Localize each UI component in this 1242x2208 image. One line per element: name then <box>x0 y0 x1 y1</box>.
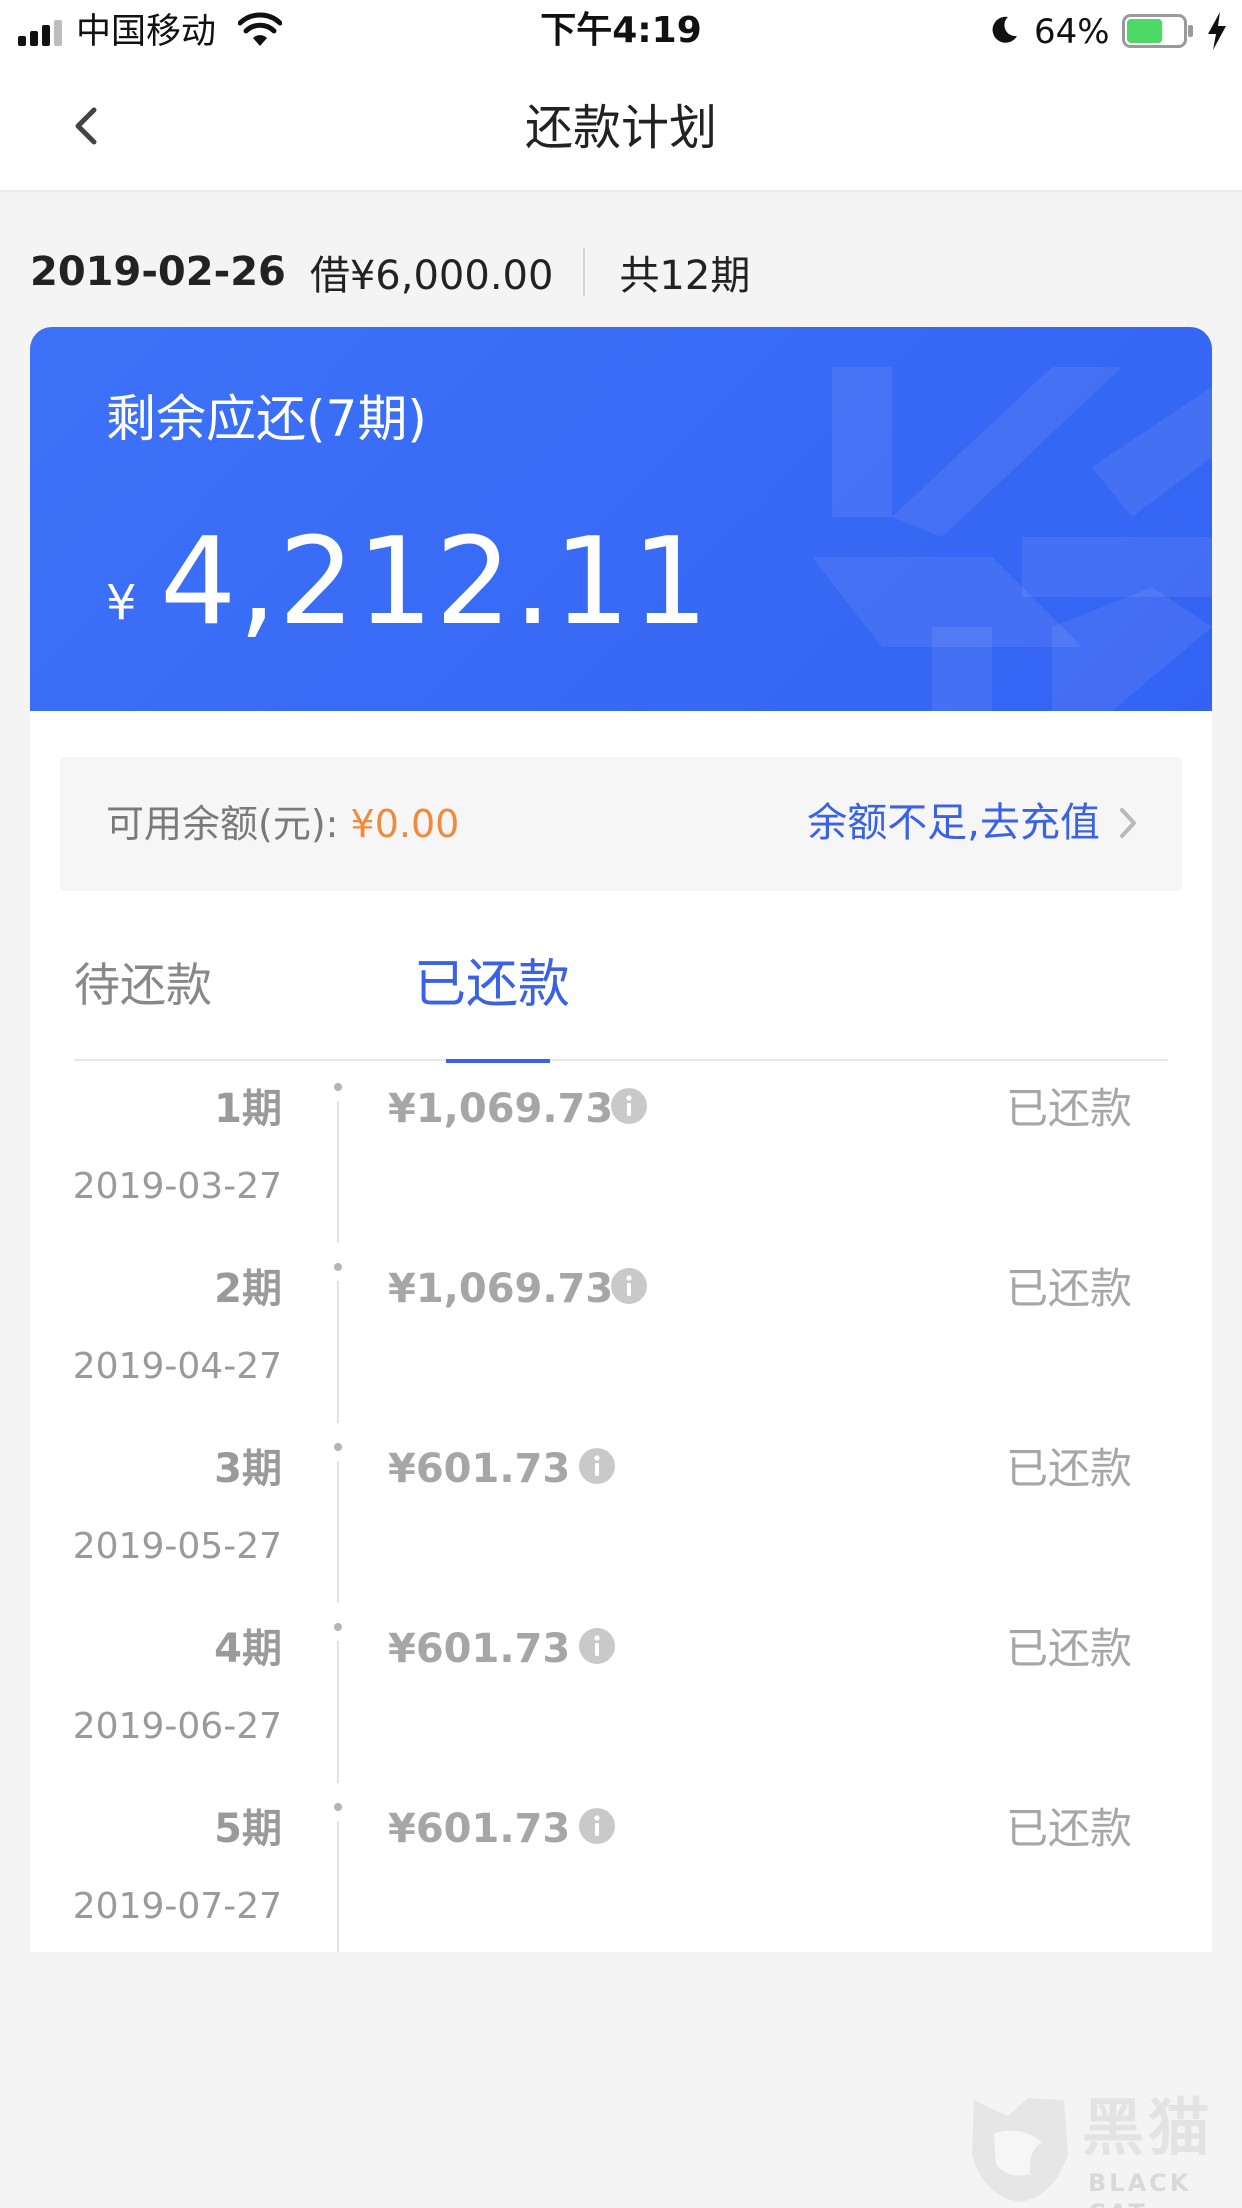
remaining-amount: 4,212.11 <box>160 513 711 652</box>
loan-amount: 借¥6,000.00 <box>309 253 554 299</box>
period-row[interactable]: 2期 2019-04-27 ¥1,069.73 已还款 <box>30 1243 1212 1423</box>
info-icon[interactable] <box>610 1267 648 1305</box>
page-title: 还款计划 <box>524 100 717 156</box>
do-not-disturb-moon-icon <box>992 16 1017 43</box>
chevron-right-icon <box>1120 808 1136 838</box>
timeline-dot <box>334 1803 342 1811</box>
balance-bar: 可用余额(元): ¥0.00 余额不足,去充值 <box>60 757 1182 891</box>
tab-pending-label: 待还款 <box>74 958 212 1012</box>
period-row[interactable]: 5期 2019-07-27 ¥601.73 已还款 <box>30 1783 1212 1952</box>
period-date: 2019-04-27 <box>72 1346 282 1387</box>
remaining-label: 剩余应还(7期) <box>106 390 427 448</box>
recharge-link-label: 余额不足,去充值 <box>807 800 1100 846</box>
total-periods: 共12期 <box>619 253 751 299</box>
period-number: 4期 <box>214 1626 282 1672</box>
timeline-dot <box>334 1263 342 1271</box>
timeline-dot <box>334 1443 342 1451</box>
timeline-line <box>337 1281 339 1423</box>
period-amount: ¥601.73 <box>388 1626 571 1672</box>
period-status: 已还款 <box>1005 1624 1132 1673</box>
balance-label: 可用余额(元): ¥0.00 <box>106 799 459 849</box>
recharge-link[interactable]: 余额不足,去充值 <box>807 797 1140 849</box>
timeline-dot <box>334 1083 342 1091</box>
period-amount: ¥601.73 <box>388 1806 571 1852</box>
period-amount: ¥601.73 <box>388 1446 571 1492</box>
battery-percentage: 64% <box>1034 12 1110 52</box>
status-bar: 中国移动 下午4:19 64% <box>0 0 1242 64</box>
loan-summary: 2019-02-26 借¥6,000.00 共12期 <box>30 244 750 300</box>
info-icon[interactable] <box>610 1087 648 1125</box>
decorative-pattern <box>812 367 1212 711</box>
remaining-header: 剩余应还(7期) ¥ 4,212.11 <box>30 327 1212 711</box>
tab-paid-label: 已还款 <box>414 955 571 1015</box>
period-date: 2019-03-27 <box>72 1166 282 1207</box>
timeline-line <box>337 1821 339 1952</box>
period-row[interactable]: 3期 2019-05-27 ¥601.73 已还款 <box>30 1423 1212 1603</box>
balance-value: ¥0.00 <box>350 802 460 846</box>
period-status: 已还款 <box>1005 1264 1132 1313</box>
period-number: 2期 <box>214 1266 282 1312</box>
balance-label-text: 可用余额(元): <box>106 802 351 846</box>
timeline-dot <box>334 1623 342 1631</box>
period-row[interactable]: 4期 2019-06-27 ¥601.73 已还款 <box>30 1603 1212 1783</box>
charging-bolt-icon <box>1208 12 1226 50</box>
period-date: 2019-07-27 <box>72 1886 282 1927</box>
info-icon[interactable] <box>578 1807 616 1845</box>
period-amount: ¥1,069.73 <box>388 1086 614 1132</box>
period-number: 3期 <box>214 1446 282 1492</box>
repayment-card: 剩余应还(7期) ¥ 4,212.11 可用余额(元): ¥0.00 余额不足,… <box>30 327 1212 1952</box>
timeline-line <box>337 1461 339 1603</box>
navigation-bar: 还款计划 <box>0 64 1242 192</box>
tab-pending[interactable]: 待还款 <box>74 907 324 1061</box>
timeline-line <box>337 1101 339 1243</box>
period-date: 2019-06-27 <box>72 1706 282 1747</box>
watermark-subtext: BLACK CAT <box>1088 2169 1192 2208</box>
period-status: 已还款 <box>1005 1804 1132 1853</box>
currency-sign: ¥ <box>106 575 137 631</box>
period-amount: ¥1,069.73 <box>388 1266 614 1312</box>
repayment-tabs: 待还款 已还款 <box>74 907 1168 1063</box>
period-status: 已还款 <box>1005 1084 1132 1133</box>
period-number: 1期 <box>214 1086 282 1132</box>
summary-divider <box>583 248 586 296</box>
period-row[interactable]: 1期 2019-03-27 ¥1,069.73 已还款 <box>30 1063 1212 1243</box>
loan-date: 2019-02-26 <box>30 249 286 295</box>
watermark-text: 黑猫 <box>1082 2091 1215 2164</box>
period-date: 2019-05-27 <box>72 1526 282 1567</box>
battery-icon <box>1122 14 1193 48</box>
info-icon[interactable] <box>578 1447 616 1485</box>
timeline-line <box>337 1641 339 1783</box>
period-number: 5期 <box>214 1806 282 1852</box>
tab-paid[interactable]: 已还款 <box>414 907 624 1063</box>
info-icon[interactable] <box>578 1627 616 1665</box>
period-status: 已还款 <box>1005 1444 1132 1493</box>
